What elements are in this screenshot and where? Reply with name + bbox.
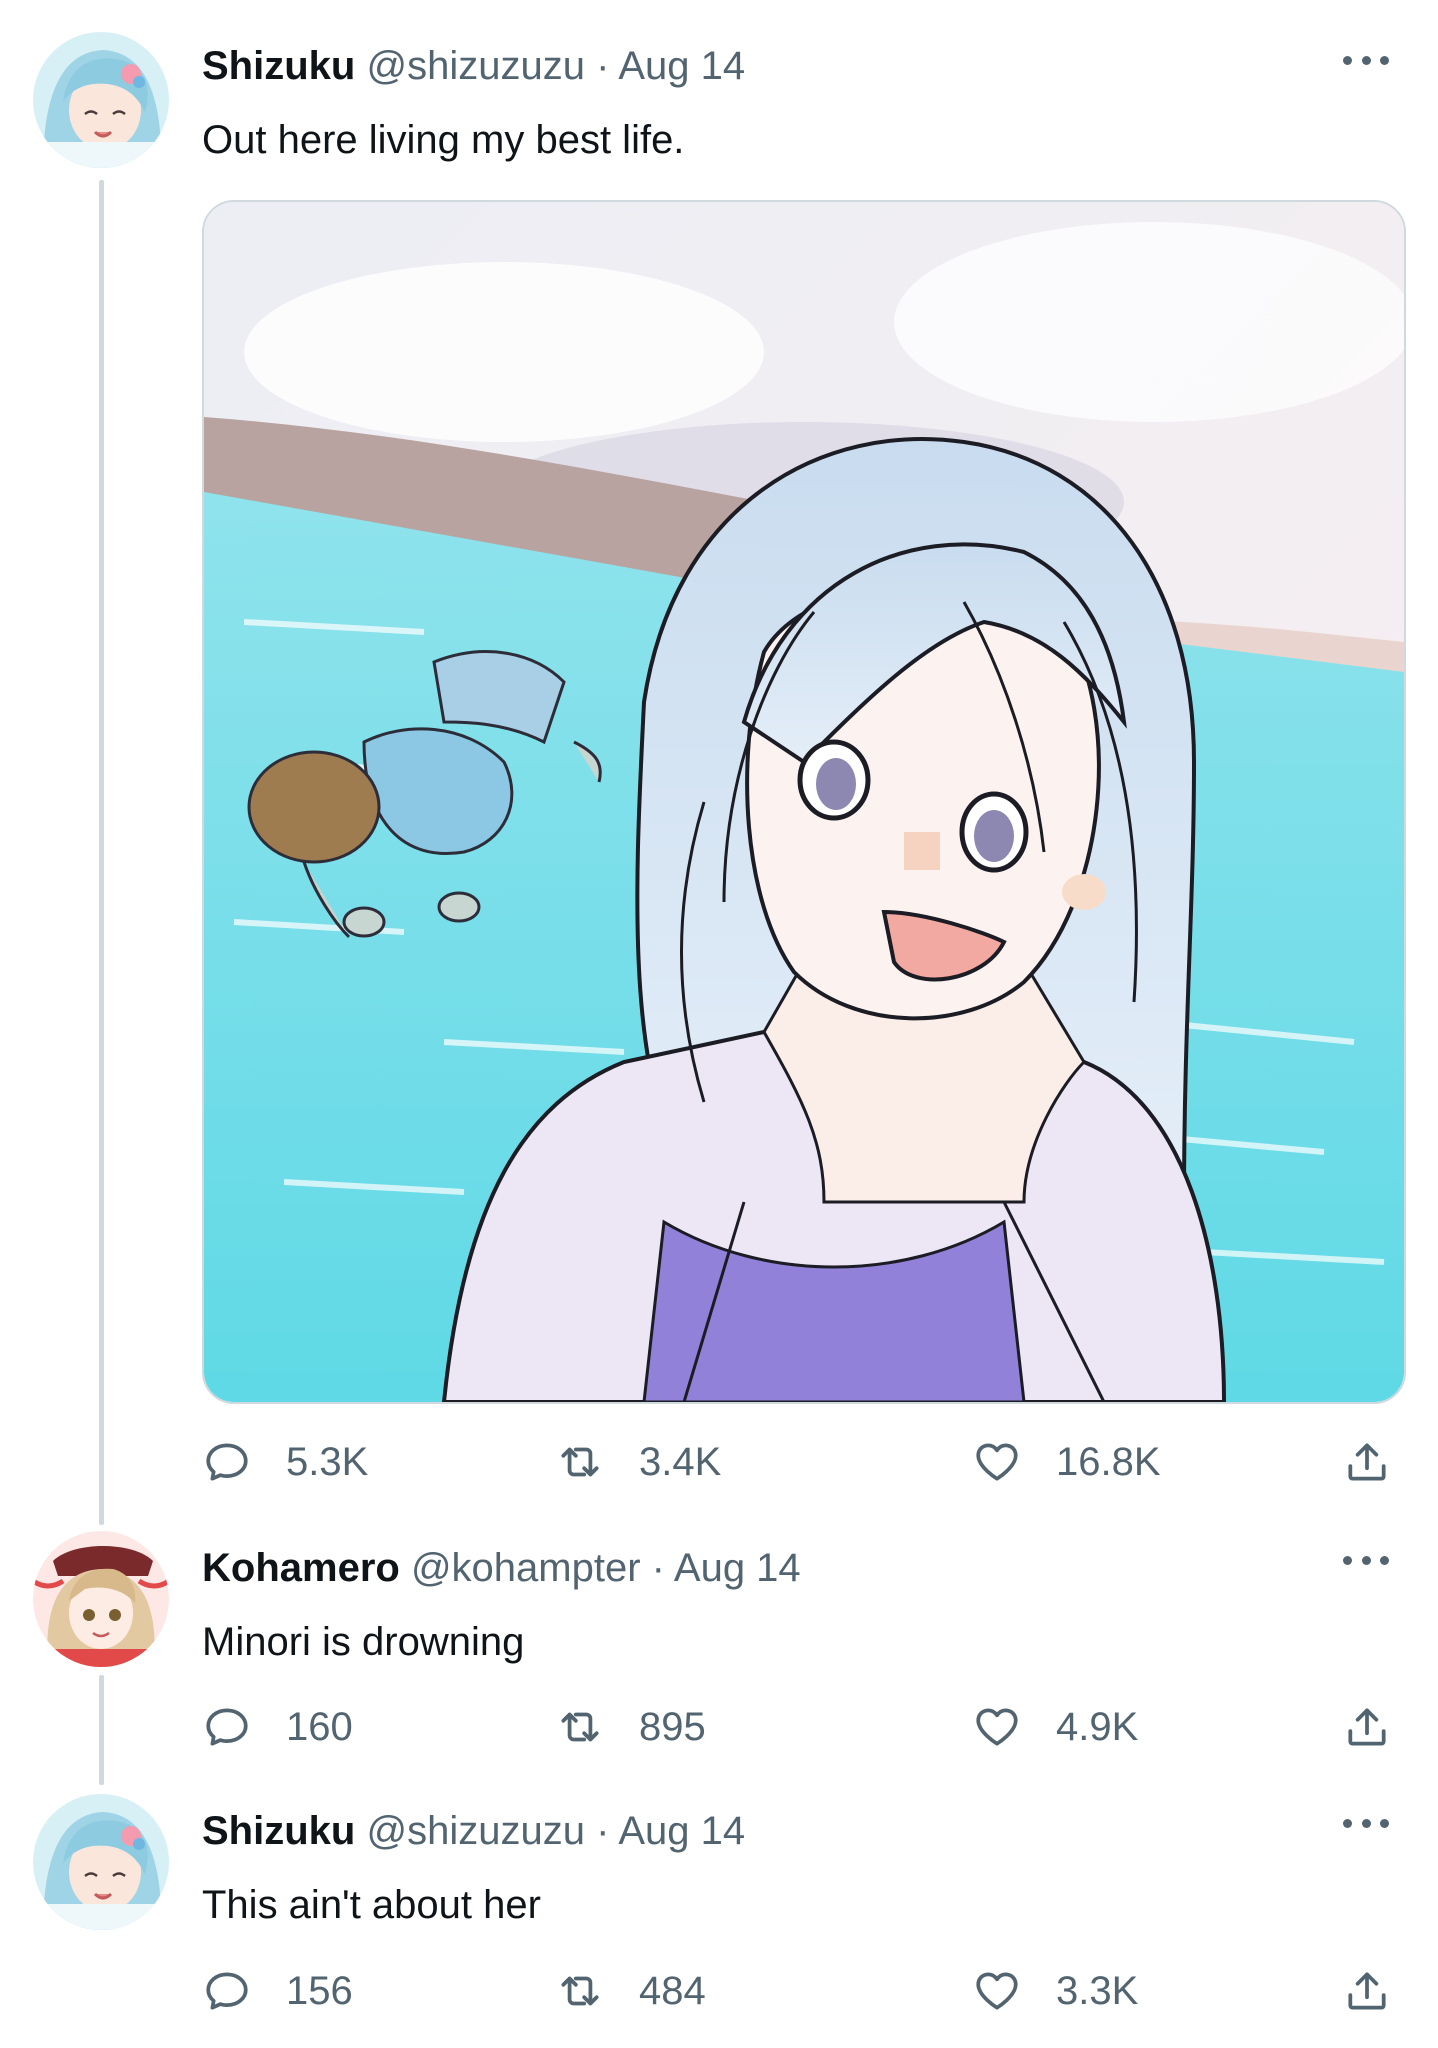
more-options-button[interactable] <box>1336 50 1396 70</box>
more-dots-icon <box>1343 1818 1389 1828</box>
author-name[interactable]: Shizuku <box>202 44 355 88</box>
retweet-arrows-icon <box>561 1447 599 1477</box>
heart-icon <box>976 1443 1018 1481</box>
reply-count: 5.3K <box>286 1439 369 1484</box>
like-button[interactable]: 3.3K <box>972 1961 1138 2021</box>
heart-icon <box>976 1708 1018 1746</box>
tweet-actions: 156 484 3.3K <box>202 1961 1402 2021</box>
retweet-button[interactable]: 484 <box>555 1961 706 2021</box>
illustration-girl-at-sea <box>204 202 1404 1402</box>
like-button[interactable]: 16.8K <box>972 1432 1161 1492</box>
retweet-count: 895 <box>639 1704 706 1749</box>
tweet-actions: 160 895 4.9K <box>202 1697 1402 1757</box>
retweet-arrows-icon <box>561 1976 599 2006</box>
tweet-date[interactable]: Aug 14 <box>618 1809 745 1853</box>
reply-button[interactable]: 160 <box>202 1697 353 1757</box>
reply-count: 156 <box>286 1968 353 2013</box>
avatar-kohamero[interactable] <box>33 1531 169 1667</box>
thread-line <box>99 1675 104 1785</box>
thread-line <box>99 180 104 1525</box>
tweet-header: Kohamero @kohampter · Aug 14 <box>202 1540 801 1596</box>
author-name[interactable]: Shizuku <box>202 1809 355 1853</box>
like-count: 3.3K <box>1056 1968 1139 2013</box>
author-handle[interactable]: @shizuzuzu <box>366 44 584 88</box>
share-upload-icon <box>1348 1972 1386 2010</box>
separator: · <box>596 1809 610 1853</box>
share-upload-icon <box>1348 1708 1386 1746</box>
tweet-date[interactable]: Aug 14 <box>674 1546 801 1590</box>
avatar-shizuku[interactable] <box>33 1794 169 1930</box>
more-options-button[interactable] <box>1336 1550 1396 1570</box>
tweet-text: This ain't about her <box>202 1883 541 1927</box>
retweet-arrows-icon <box>561 1712 599 1742</box>
tweet-text: Out here living my best life. <box>202 118 685 162</box>
share-button[interactable] <box>1342 1961 1392 2021</box>
author-name[interactable]: Kohamero <box>202 1546 400 1590</box>
share-button[interactable] <box>1342 1432 1392 1492</box>
like-count: 16.8K <box>1056 1439 1161 1484</box>
share-upload-icon <box>1348 1443 1386 1481</box>
avatar-shizuku[interactable] <box>33 32 169 168</box>
reply-count: 160 <box>286 1704 353 1749</box>
tweet-text: Minori is drowning <box>202 1620 525 1664</box>
avatar-shizuku-image <box>33 1794 169 1930</box>
retweet-count: 3.4K <box>639 1439 722 1484</box>
share-button[interactable] <box>1342 1697 1392 1757</box>
tweet-actions: 5.3K 3.4K 16.8K <box>202 1432 1402 1492</box>
avatar-shizuku-image <box>33 32 169 168</box>
speech-bubble-icon <box>206 1972 248 2010</box>
author-handle[interactable]: @kohampter <box>411 1546 641 1590</box>
retweet-button[interactable]: 895 <box>555 1697 706 1757</box>
more-dots-icon <box>1343 1555 1389 1565</box>
heart-icon <box>976 1972 1018 2010</box>
more-dots-icon <box>1343 55 1389 65</box>
reply-button[interactable]: 156 <box>202 1961 353 2021</box>
tweet-media-image[interactable] <box>202 200 1406 1404</box>
reply-button[interactable]: 5.3K <box>202 1432 368 1492</box>
author-handle[interactable]: @shizuzuzu <box>366 1809 584 1853</box>
tweet-header: Shizuku @shizuzuzu · Aug 14 <box>202 38 745 94</box>
speech-bubble-icon <box>206 1708 248 1746</box>
speech-bubble-icon <box>206 1443 248 1481</box>
tweet-date[interactable]: Aug 14 <box>618 44 745 88</box>
tweet-header: Shizuku @shizuzuzu · Aug 14 <box>202 1803 745 1859</box>
retweet-count: 484 <box>639 1968 706 2013</box>
more-options-button[interactable] <box>1336 1813 1396 1833</box>
avatar-kohamero-image <box>33 1531 169 1667</box>
like-button[interactable]: 4.9K <box>972 1697 1138 1757</box>
separator: · <box>651 1546 665 1590</box>
retweet-button[interactable]: 3.4K <box>555 1432 721 1492</box>
like-count: 4.9K <box>1056 1704 1139 1749</box>
separator: · <box>596 44 610 88</box>
